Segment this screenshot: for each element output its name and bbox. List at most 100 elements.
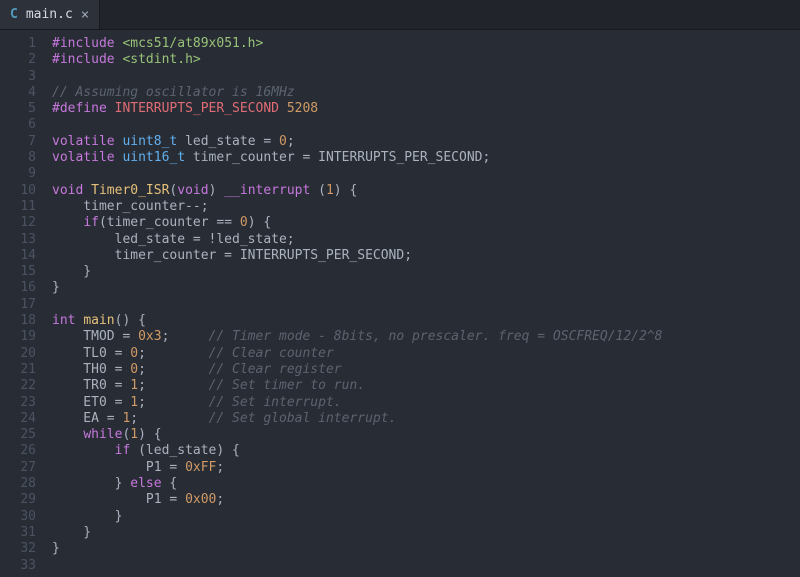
code-line[interactable]	[52, 117, 663, 133]
token-cm: // Timer mode - 8bits, no prescaler. fre…	[209, 329, 663, 344]
token-num: 0x00	[185, 492, 216, 507]
token-plain: timer_counter = INTERRUPTS_PER_SECOND;	[185, 150, 490, 165]
code-line[interactable]: led_state = !led_state;	[52, 232, 663, 248]
line-number: 19	[0, 329, 36, 345]
token-plain: }	[52, 476, 130, 491]
code-line[interactable]: EA = 1; // Set global interrupt.	[52, 411, 663, 427]
line-number-gutter: 1234567891011121314151617181920212223242…	[0, 30, 46, 577]
code-line[interactable]: }	[52, 525, 663, 541]
line-number: 20	[0, 346, 36, 362]
line-number: 24	[0, 411, 36, 427]
token-plain: }	[52, 509, 122, 524]
code-line[interactable]: if (led_state) {	[52, 443, 663, 459]
token-plain: ) {	[248, 215, 271, 230]
code-area[interactable]: #include <mcs51/at89x051.h>#include <std…	[46, 30, 663, 577]
line-number: 29	[0, 492, 36, 508]
token-plain: {	[162, 476, 178, 491]
code-line[interactable]: }	[52, 264, 663, 280]
token-plain: (led_state) {	[130, 443, 240, 458]
token-plain: ET0 =	[52, 395, 130, 410]
token-cm: // Clear counter	[209, 346, 334, 361]
line-number: 13	[0, 232, 36, 248]
code-line[interactable]: }	[52, 280, 663, 296]
token-plain: TH0 =	[52, 362, 130, 377]
code-line[interactable]: }	[52, 541, 663, 557]
token-num: 0	[279, 134, 287, 149]
code-line[interactable]: TH0 = 0; // Clear register	[52, 362, 663, 378]
token-plain: ;	[138, 395, 208, 410]
code-line[interactable]: timer_counter--;	[52, 199, 663, 215]
line-number: 16	[0, 280, 36, 296]
token-plain: ;	[287, 134, 295, 149]
line-number: 14	[0, 248, 36, 264]
token-kw: else	[130, 476, 161, 491]
code-line[interactable]: // Assuming oscillator is 16MHz	[52, 85, 663, 101]
line-number: 7	[0, 134, 36, 150]
token-plain: led_state = !led_state;	[52, 232, 295, 247]
code-editor[interactable]: 1234567891011121314151617181920212223242…	[0, 30, 800, 577]
token-plain: P1 =	[52, 492, 185, 507]
token-num: 0x3	[138, 329, 161, 344]
token-plain	[279, 101, 287, 116]
token-num: 0	[130, 346, 138, 361]
code-line[interactable]	[52, 69, 663, 85]
code-line[interactable]: } else {	[52, 476, 663, 492]
line-number: 21	[0, 362, 36, 378]
token-kw: volatile	[52, 134, 115, 149]
code-line[interactable]: TMOD = 0x3; // Timer mode - 8bits, no pr…	[52, 329, 663, 345]
tab-bar: C main.c ×	[0, 0, 800, 30]
token-plain: )	[209, 183, 225, 198]
code-line[interactable]: P1 = 0x00;	[52, 492, 663, 508]
token-plain: (timer_counter ==	[99, 215, 240, 230]
code-line[interactable]: #include <stdint.h>	[52, 52, 663, 68]
token-kw: int	[52, 313, 75, 328]
line-number: 18	[0, 313, 36, 329]
token-plain: }	[52, 525, 91, 540]
token-plain: ;	[138, 362, 208, 377]
code-line[interactable]: timer_counter = INTERRUPTS_PER_SECOND;	[52, 248, 663, 264]
token-plain: P1 =	[52, 460, 185, 475]
token-kw: void	[52, 183, 83, 198]
code-line[interactable]: }	[52, 509, 663, 525]
close-icon[interactable]: ×	[81, 8, 89, 22]
token-fn: Timer0_ISR	[91, 183, 169, 198]
token-num: 1	[130, 427, 138, 442]
tab-main-c[interactable]: C main.c ×	[0, 0, 100, 29]
file-type-c-icon: C	[10, 7, 18, 22]
token-kw: void	[177, 183, 208, 198]
code-line[interactable]: ET0 = 1; // Set interrupt.	[52, 395, 663, 411]
code-line[interactable]: TL0 = 0; // Clear counter	[52, 346, 663, 362]
line-number: 30	[0, 509, 36, 525]
line-number: 26	[0, 443, 36, 459]
code-line[interactable]: int main() {	[52, 313, 663, 329]
token-type: uint16_t	[122, 150, 185, 165]
token-plain: TL0 =	[52, 346, 130, 361]
code-line[interactable]: if(timer_counter == 0) {	[52, 215, 663, 231]
code-line[interactable]: #include <mcs51/at89x051.h>	[52, 36, 663, 52]
code-line[interactable]: void Timer0_ISR(void) __interrupt (1) {	[52, 183, 663, 199]
token-plain: ) {	[334, 183, 357, 198]
token-num: 1	[326, 183, 334, 198]
token-plain: EA =	[52, 411, 122, 426]
line-number: 9	[0, 166, 36, 182]
token-plain: }	[52, 541, 60, 556]
line-number: 23	[0, 395, 36, 411]
code-line[interactable]: while(1) {	[52, 427, 663, 443]
line-number: 4	[0, 85, 36, 101]
token-num: 5208	[287, 101, 318, 116]
code-line[interactable]: TR0 = 1; // Set timer to run.	[52, 378, 663, 394]
code-line[interactable]	[52, 166, 663, 182]
token-plain: ;	[216, 492, 224, 507]
code-line[interactable]: volatile uint16_t timer_counter = INTERR…	[52, 150, 663, 166]
code-line[interactable]: volatile uint8_t led_state = 0;	[52, 134, 663, 150]
token-plain: }	[52, 280, 60, 295]
code-line[interactable]	[52, 558, 663, 574]
token-plain: }	[52, 264, 91, 279]
code-line[interactable]: P1 = 0xFF;	[52, 460, 663, 476]
code-line[interactable]	[52, 297, 663, 313]
token-plain: timer_counter = INTERRUPTS_PER_SECOND;	[52, 248, 412, 263]
token-fn: main	[83, 313, 114, 328]
token-plain: timer_counter--;	[52, 199, 209, 214]
code-line[interactable]: #define INTERRUPTS_PER_SECOND 5208	[52, 101, 663, 117]
token-plain: ) {	[138, 427, 161, 442]
